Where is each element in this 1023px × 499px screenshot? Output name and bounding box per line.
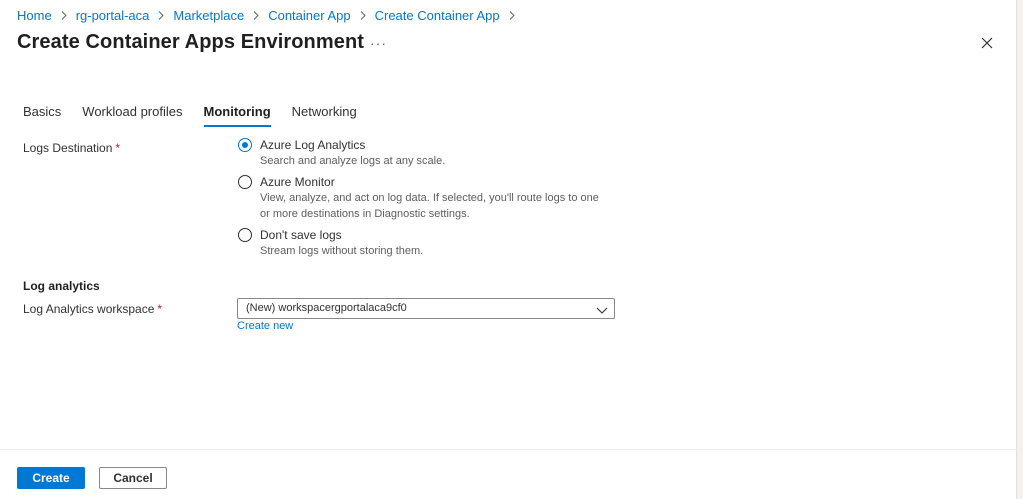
logs-destination-label-text: Logs Destination xyxy=(23,141,113,155)
more-actions-button[interactable]: ··· xyxy=(370,35,387,51)
tab-monitoring[interactable]: Monitoring xyxy=(203,104,271,127)
radio-option-dont-save-logs: Don't save logs Stream logs without stor… xyxy=(238,228,610,259)
breadcrumb: Home rg-portal-aca Marketplace Container… xyxy=(17,8,524,23)
chevron-right-icon xyxy=(509,9,515,23)
tab-networking[interactable]: Networking xyxy=(292,104,357,125)
chevron-right-icon xyxy=(360,9,366,23)
tab-basics[interactable]: Basics xyxy=(23,104,61,125)
chevron-right-icon xyxy=(158,9,165,23)
radio-title: Don't save logs xyxy=(260,228,342,242)
log-analytics-workspace-label-text: Log Analytics workspace xyxy=(23,302,155,316)
log-analytics-section-title: Log analytics xyxy=(23,279,100,293)
dropdown-selected-value: (New) workspacergportalaca9cf0 xyxy=(246,302,407,314)
radio-option-azure-log-analytics: Azure Log Analytics Search and analyze l… xyxy=(238,138,610,169)
chevron-down-icon xyxy=(596,303,608,315)
breadcrumb-container-app[interactable]: Container App xyxy=(268,8,350,23)
breadcrumb-marketplace[interactable]: Marketplace xyxy=(173,8,244,23)
radio-title: Azure Monitor xyxy=(260,175,335,189)
breadcrumb-home[interactable]: Home xyxy=(17,8,52,23)
window-edge xyxy=(1016,0,1023,499)
radio-azure-monitor[interactable] xyxy=(238,175,252,189)
tab-bar: Basics Workload profiles Monitoring Netw… xyxy=(23,104,378,127)
tab-workload-profiles[interactable]: Workload profiles xyxy=(82,104,182,125)
radio-description: View, analyze, and act on log data. If s… xyxy=(260,192,599,220)
radio-option-azure-monitor: Azure Monitor View, analyze, and act on … xyxy=(238,175,610,222)
log-analytics-workspace-label: Log Analytics workspace * xyxy=(23,302,162,316)
radio-description: Stream logs without storing them. xyxy=(260,245,424,257)
cancel-button[interactable]: Cancel xyxy=(99,467,167,489)
required-marker: * xyxy=(115,141,121,155)
required-marker: * xyxy=(157,302,163,316)
radio-title: Azure Log Analytics xyxy=(260,138,366,152)
footer-divider xyxy=(0,449,1017,450)
page-title: Create Container Apps Environment xyxy=(17,31,365,53)
create-button[interactable]: Create xyxy=(17,467,85,489)
chevron-right-icon xyxy=(253,9,259,23)
chevron-right-icon xyxy=(61,9,67,23)
logs-destination-label: Logs Destination * xyxy=(23,141,120,155)
create-new-workspace-link[interactable]: Create new xyxy=(237,320,293,332)
close-icon[interactable] xyxy=(979,35,995,51)
radio-dont-save-logs[interactable] xyxy=(238,228,252,242)
log-analytics-workspace-dropdown[interactable]: (New) workspacergportalaca9cf0 xyxy=(237,298,615,319)
breadcrumb-create-container-app[interactable]: Create Container App xyxy=(375,8,500,23)
radio-azure-log-analytics[interactable] xyxy=(238,138,252,152)
breadcrumb-resource-group[interactable]: rg-portal-aca xyxy=(76,8,150,23)
radio-description: Search and analyze logs at any scale. xyxy=(260,155,446,167)
